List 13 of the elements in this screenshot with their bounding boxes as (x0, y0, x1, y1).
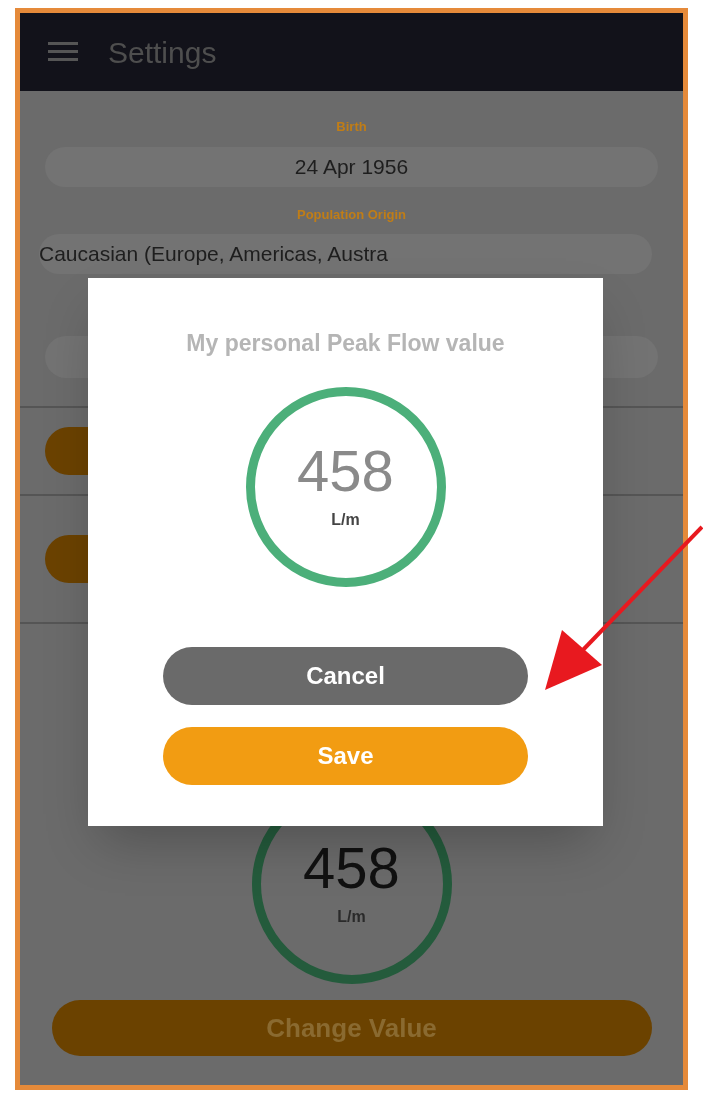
menu-icon[interactable] (48, 41, 78, 63)
text-field[interactable]: 24 Apr 1956 (45, 146, 658, 187)
save-button[interactable]: Save (163, 726, 528, 785)
peak-flow-value: 458 (303, 839, 400, 897)
field-label: Population Origin (296, 205, 406, 224)
header-title: Settings (108, 34, 217, 71)
unit-label: L/m (337, 907, 366, 927)
dialog-title: My personal Peak Flow value (186, 329, 505, 358)
text-field[interactable]: Caucasian (Europe, Americas, Austra (39, 234, 652, 274)
unit-label: L/m (331, 509, 360, 530)
cancel-button[interactable]: Cancel (163, 646, 528, 705)
peak-flow-value: 458 (297, 441, 394, 500)
field-label: Birth (336, 118, 367, 136)
